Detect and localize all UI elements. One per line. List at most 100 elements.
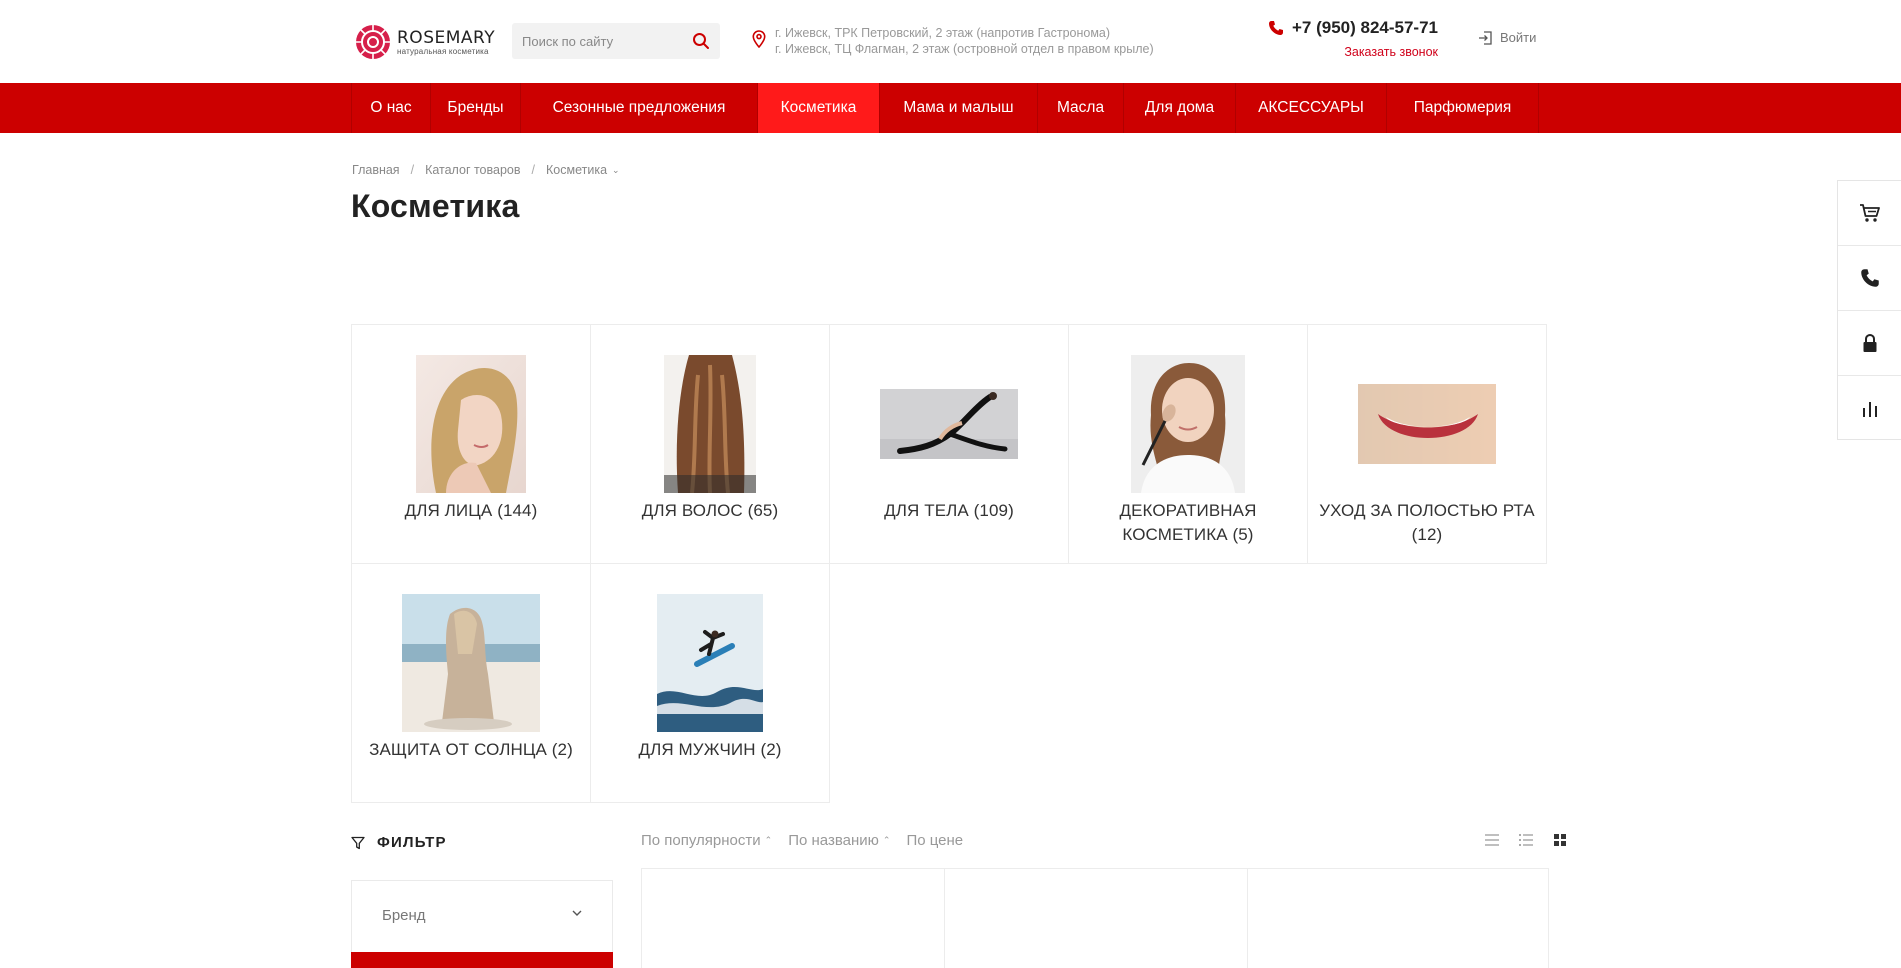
view-switcher (1467, 831, 1569, 849)
sort-by-popularity[interactable]: По популярности ⌃ (641, 832, 772, 849)
filter-apply-bar[interactable] (351, 952, 613, 968)
site-header: ROSEMARY натуральная косметика г. Ижевск… (0, 0, 1901, 82)
filter-title: ФИЛЬТР (377, 834, 447, 851)
sort-by-name[interactable]: По названию ⌃ (788, 832, 890, 849)
category-label: ДЕКОРАТИВНАЯ КОСМЕТИКА (5) (1119, 501, 1257, 544)
page-title: Косметика (351, 188, 520, 224)
category-label: ДЛЯ ЛИЦА (144) (404, 501, 538, 520)
main-nav: О нас Бренды Сезонные предложения Космет… (0, 83, 1901, 133)
category-label: ДЛЯ ВОЛОС (65) (641, 501, 779, 520)
search-box (512, 23, 720, 59)
list-view-icon[interactable] (1483, 831, 1501, 849)
nav-item-label: Для дома (1144, 99, 1215, 116)
phone-number[interactable]: +7 (950) 824-57-71 (1264, 18, 1438, 38)
search-input[interactable] (512, 33, 682, 49)
rose-logo-icon (356, 25, 390, 59)
login-button[interactable]: Войти (1478, 30, 1536, 45)
brand-filter-label: Бренд (382, 907, 426, 924)
category-face[interactable]: ДЛЯ ЛИЦА (144) (351, 324, 591, 564)
category-label: ДЛЯ ТЕЛА (109) (884, 501, 1014, 520)
nav-item-label: Масла (1056, 99, 1105, 116)
store-addresses: г. Ижевск, ТРК Петровский, 2 этаж (напро… (752, 25, 1154, 57)
contact-block: +7 (950) 824-57-71 Заказать звонок (1264, 18, 1438, 61)
sort-bar: По популярности ⌃ По названию ⌃ По цене (641, 832, 979, 849)
sort-label: По цене (906, 832, 964, 849)
nav-item-label: Сезонные предложения (552, 99, 726, 116)
location-pin-icon (752, 30, 766, 48)
chevron-up-icon: ⌃ (882, 835, 891, 845)
breadcrumb-separator: / (531, 163, 535, 177)
nav-item-accessories[interactable]: АКСЕССУАРЫ (1236, 83, 1387, 133)
compare-button[interactable] (1838, 376, 1901, 441)
sort-by-price[interactable]: По цене (906, 832, 963, 849)
site-logo[interactable]: ROSEMARY натуральная косметика (355, 24, 495, 60)
login-icon (1479, 30, 1492, 45)
product-card[interactable] (1248, 869, 1549, 968)
cart-icon (1860, 204, 1880, 222)
phone-number-text: +7 (950) 824-57-71 (1291, 18, 1438, 37)
category-sun-protection[interactable]: ЗАЩИТА ОТ СОЛНЦА (2) (351, 563, 591, 803)
sort-label: По названию (788, 832, 879, 849)
chevron-up-icon: ⌃ (764, 835, 773, 845)
category-hair[interactable]: ДЛЯ ВОЛОС (65) (590, 324, 830, 564)
cart-button[interactable] (1838, 181, 1901, 246)
breadcrumb: Главная / Каталог товаров / Косметика ⌄ (352, 163, 620, 177)
funnel-icon (351, 836, 365, 849)
face-photo (416, 355, 526, 493)
nav-item-brands[interactable]: Бренды (431, 83, 521, 133)
category-body[interactable]: ДЛЯ ТЕЛА (109) (829, 324, 1069, 564)
beach-photo (402, 594, 540, 732)
category-oral-care[interactable]: УХОД ЗА ПОЛОСТЬЮ РТА (12) (1307, 324, 1547, 564)
category-men[interactable]: ДЛЯ МУЖЧИН (2) (590, 563, 830, 803)
logo-tagline: натуральная косметика (397, 46, 489, 56)
brand-filter[interactable]: Бренд (351, 880, 613, 954)
nav-item-label: Парфюмерия (1413, 99, 1512, 116)
chevron-down-icon[interactable]: ⌄ (612, 165, 620, 176)
search-icon[interactable] (692, 32, 710, 50)
call-button[interactable] (1838, 246, 1901, 311)
surfer-photo (657, 594, 763, 732)
hair-photo (664, 355, 756, 493)
nav-item-cosmetics[interactable]: Косметика (758, 83, 880, 133)
filter-toggle[interactable]: ФИЛЬТР (351, 834, 447, 851)
category-label: УХОД ЗА ПОЛОСТЬЮ РТА (12) (1319, 501, 1535, 544)
account-lock-button[interactable] (1838, 311, 1901, 376)
breadcrumb-catalog[interactable]: Каталог товаров (425, 163, 520, 177)
product-grid (641, 868, 1549, 968)
nav-item-perfume[interactable]: Парфюмерия (1387, 83, 1539, 133)
breadcrumb-current[interactable]: Косметика (546, 163, 607, 177)
nav-item-label: АКСЕССУАРЫ (1258, 99, 1364, 116)
bar-chart-icon (1863, 401, 1877, 417)
nav-item-seasonal[interactable]: Сезонные предложения (521, 83, 758, 133)
nav-item-label: Бренды (447, 99, 504, 116)
breadcrumb-home[interactable]: Главная (352, 163, 400, 177)
body-photo (880, 389, 1018, 459)
phone-icon (1268, 21, 1283, 35)
address-line-2: г. Ижевск, ТЦ Флагман, 2 этаж (островной… (775, 42, 1154, 56)
side-toolbar (1837, 180, 1901, 440)
product-card[interactable] (945, 869, 1248, 968)
lock-icon (1863, 333, 1877, 352)
category-makeup[interactable]: ДЕКОРАТИВНАЯ КОСМЕТИКА (5) (1068, 324, 1308, 564)
category-label: ДЛЯ МУЖЧИН (2) (638, 740, 782, 759)
nav-item-home[interactable]: Для дома (1124, 83, 1236, 133)
login-label: Войти (1500, 30, 1537, 45)
nav-item-label: О нас (370, 99, 412, 116)
detailed-list-view-icon[interactable] (1517, 831, 1535, 849)
nav-item-label: Косметика (780, 99, 857, 116)
grid-view-icon[interactable] (1551, 831, 1569, 849)
phone-icon (1861, 269, 1879, 287)
breadcrumb-separator: / (410, 163, 415, 177)
callback-link[interactable]: Заказать звонок (1344, 45, 1438, 59)
address-line-1: г. Ижевск, ТРК Петровский, 2 этаж (напро… (775, 26, 1111, 40)
chevron-down-icon (572, 910, 582, 916)
makeup-photo (1131, 355, 1245, 493)
logo-name: ROSEMARY (397, 27, 496, 48)
product-card[interactable] (642, 869, 945, 968)
nav-item-oils[interactable]: Масла (1038, 83, 1124, 133)
smile-photo (1358, 384, 1496, 464)
nav-item-label: Мама и малыш (903, 99, 1014, 116)
nav-item-mom-baby[interactable]: Мама и малыш (880, 83, 1038, 133)
category-label: ЗАЩИТА ОТ СОЛНЦА (2) (369, 740, 573, 759)
nav-item-about[interactable]: О нас (352, 83, 431, 133)
